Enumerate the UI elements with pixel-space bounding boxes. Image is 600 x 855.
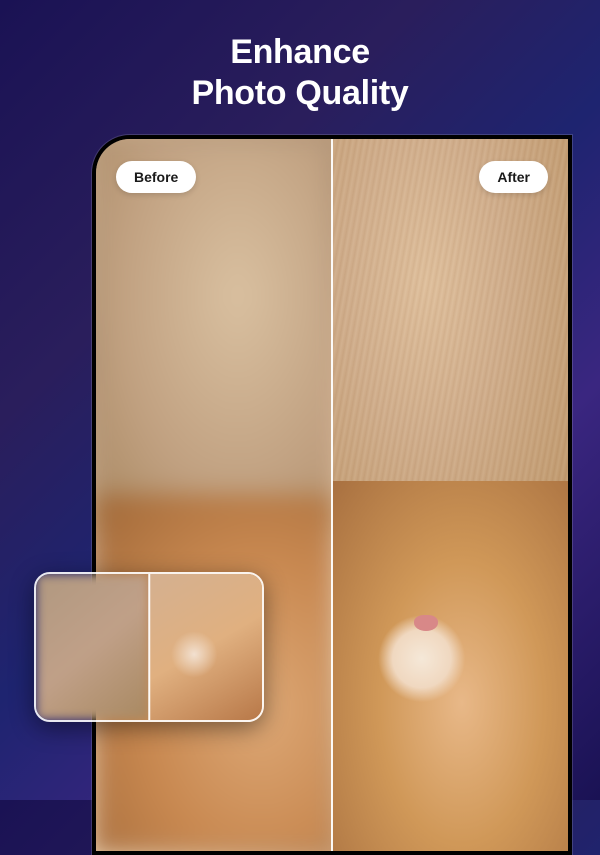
device-screen: Before After bbox=[96, 139, 568, 851]
cat-nose-detail bbox=[414, 615, 438, 631]
promo-headline: Enhance Photo Quality bbox=[0, 0, 600, 114]
thumbnail-divider bbox=[148, 574, 150, 720]
device-frame: Before After bbox=[92, 135, 572, 855]
before-image-panel bbox=[96, 139, 332, 851]
before-label-pill: Before bbox=[116, 161, 196, 193]
preview-thumbnail[interactable] bbox=[34, 572, 264, 722]
before-subject-hair bbox=[96, 139, 332, 531]
headline-line-2: Photo Quality bbox=[0, 73, 600, 114]
headline-line-1: Enhance bbox=[0, 32, 600, 73]
after-subject-cat bbox=[332, 481, 568, 851]
comparison-slider-divider[interactable] bbox=[331, 139, 333, 851]
after-image-panel bbox=[332, 139, 568, 851]
thumbnail-after-half bbox=[149, 574, 262, 720]
after-label-pill: After bbox=[479, 161, 548, 193]
thumbnail-before-half bbox=[36, 574, 149, 720]
